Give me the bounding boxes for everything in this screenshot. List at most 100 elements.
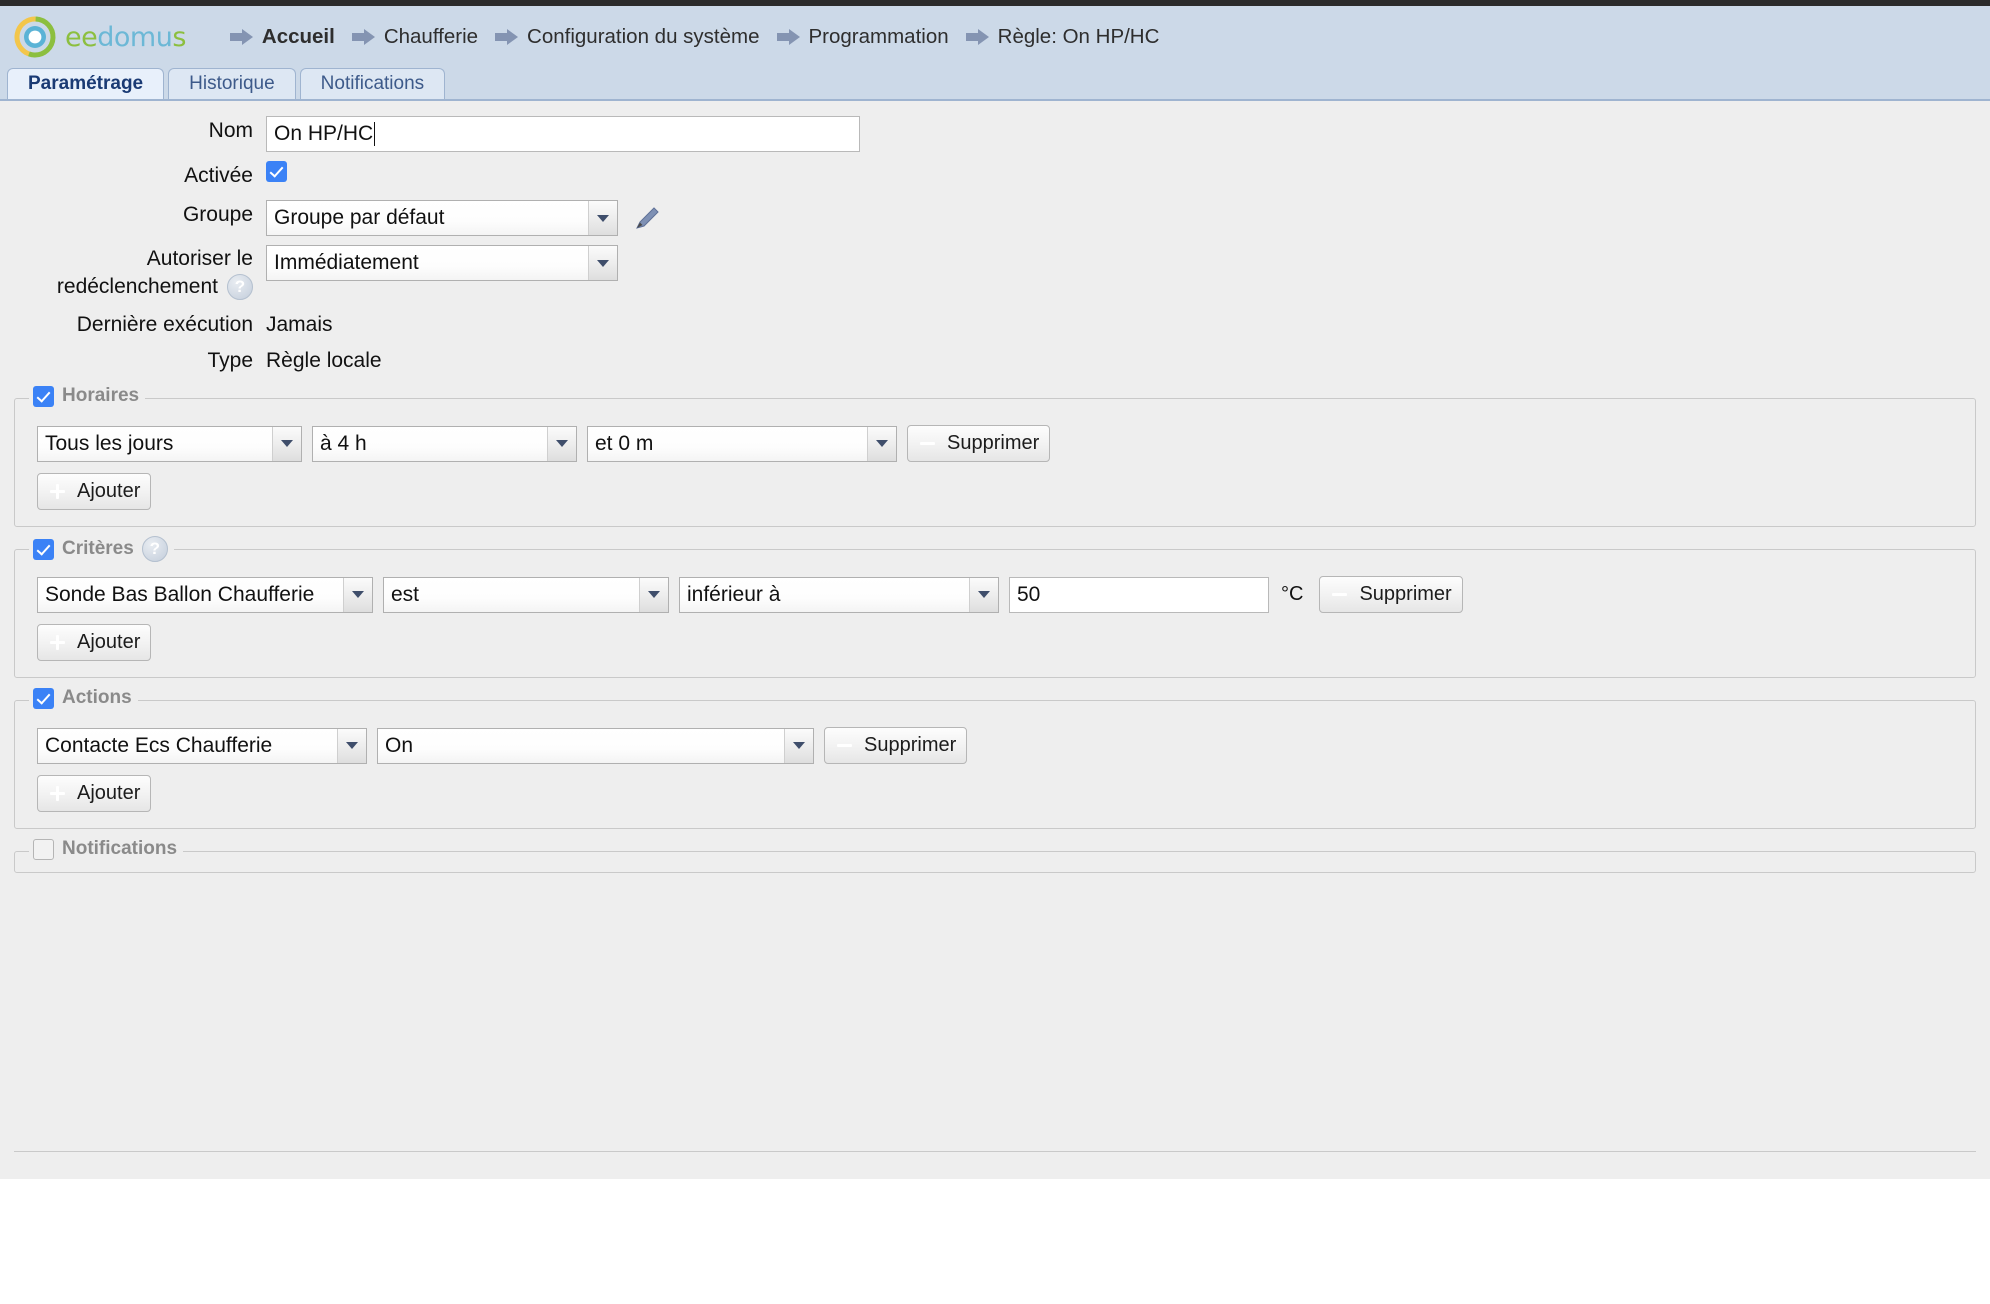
horaires-body: Tous les jours à 4 h et 0 m Supprimer Aj… bbox=[15, 421, 1975, 510]
app-header: eedomus Accueil Chaufferie Configuration… bbox=[0, 6, 1990, 68]
plus-circle-icon bbox=[45, 479, 70, 504]
chevron-down-icon bbox=[588, 201, 617, 235]
criteres-legend: Critères ? bbox=[29, 536, 174, 562]
type-value: Règle locale bbox=[266, 349, 382, 372]
chevron-down-icon bbox=[784, 728, 813, 763]
criteres-operator-select[interactable]: inférieur à bbox=[679, 576, 999, 613]
horaires-hour-select[interactable]: à 4 h bbox=[312, 425, 577, 462]
minus-circle-icon bbox=[1327, 582, 1352, 607]
field-row-groupe: Groupe Groupe par défaut bbox=[0, 200, 1990, 236]
criteres-operator-value: inférieur à bbox=[680, 577, 969, 612]
breadcrumb-label: Programmation bbox=[808, 25, 949, 48]
field-row-derniere-execution: Dernière exécution Jamais bbox=[0, 310, 1990, 340]
chevron-down-icon bbox=[272, 426, 301, 461]
horaires-day-select[interactable]: Tous les jours bbox=[37, 425, 302, 462]
actions-state-select[interactable]: On bbox=[377, 727, 814, 764]
criteres-value-input[interactable]: 50 bbox=[1009, 576, 1269, 613]
criteres-source-select[interactable]: Sonde Bas Ballon Chaufferie bbox=[37, 576, 373, 613]
criteres-verb-value: est bbox=[384, 577, 639, 612]
page-footer-blank bbox=[0, 1179, 1990, 1304]
criteres-checkbox[interactable] bbox=[33, 538, 54, 560]
type-label: Type bbox=[207, 349, 253, 372]
app-page: eedomus Accueil Chaufferie Configuration… bbox=[0, 0, 1990, 1304]
activee-value-wrap bbox=[266, 161, 287, 182]
criteres-delete-label: Supprimer bbox=[1359, 583, 1452, 605]
actions-body: Contacte Ecs Chaufferie On Supprimer Ajo… bbox=[15, 723, 1975, 812]
breadcrumb-item-programmation[interactable]: Programmation bbox=[776, 25, 966, 49]
criteres-delete-button[interactable]: Supprimer bbox=[1319, 576, 1463, 613]
minus-circle-icon bbox=[832, 733, 857, 758]
help-icon[interactable]: ? bbox=[227, 274, 253, 300]
criteres-add-label: Ajouter bbox=[77, 631, 141, 653]
breadcrumb-label: Chaufferie bbox=[383, 25, 479, 48]
notifications-legend-label: Notifications bbox=[62, 838, 178, 859]
breadcrumb-item-regle[interactable]: Règle: On HP/HC bbox=[965, 25, 1177, 49]
actions-add-label: Ajouter bbox=[77, 782, 141, 804]
tab-notifications[interactable]: Notifications bbox=[299, 68, 446, 99]
section-horaires: Horaires Tous les jours à 4 h et 0 m Sup… bbox=[14, 385, 1976, 527]
criteres-verb-select[interactable]: est bbox=[383, 576, 669, 613]
activee-label: Activée bbox=[184, 164, 253, 187]
brand-part-3: s bbox=[172, 21, 186, 53]
section-criteres: Critères ? Sonde Bas Ballon Chaufferie e… bbox=[14, 536, 1976, 678]
horaires-hour-value: à 4 h bbox=[313, 426, 547, 461]
breadcrumb: Accueil Chaufferie Configuration du syst… bbox=[229, 25, 1177, 49]
breadcrumb-item-accueil[interactable]: Accueil bbox=[229, 25, 352, 49]
horaires-minute-value: et 0 m bbox=[588, 426, 867, 461]
criteres-add-button[interactable]: Ajouter bbox=[37, 624, 152, 661]
tab-parametrage[interactable]: Paramétrage bbox=[7, 68, 165, 99]
section-notifications: Notifications bbox=[14, 838, 1976, 873]
redeclenchement-select-value: Immédiatement bbox=[267, 246, 588, 280]
actions-checkbox[interactable] bbox=[33, 687, 54, 709]
criteres-source-value: Sonde Bas Ballon Chaufferie bbox=[38, 577, 343, 612]
tab-label: Paramétrage bbox=[28, 73, 144, 94]
footer-divider bbox=[14, 1151, 1976, 1152]
horaires-add-button[interactable]: Ajouter bbox=[37, 473, 152, 510]
horaires-add-row: Ajouter bbox=[37, 473, 1975, 510]
section-actions: Actions Contacte Ecs Chaufferie On Suppr… bbox=[14, 687, 1976, 829]
groupe-label: Groupe bbox=[182, 203, 253, 226]
actions-add-row: Ajouter bbox=[37, 775, 1975, 812]
criteres-legend-label: Critères bbox=[62, 538, 134, 559]
nom-input[interactable]: On HP/HC bbox=[266, 116, 860, 152]
breadcrumb-item-chaufferie[interactable]: Chaufferie bbox=[351, 25, 495, 49]
horaires-day-value: Tous les jours bbox=[38, 426, 272, 461]
actions-target-select[interactable]: Contacte Ecs Chaufferie bbox=[37, 727, 367, 764]
horaires-checkbox[interactable] bbox=[33, 385, 54, 407]
chevron-down-icon bbox=[867, 426, 896, 461]
actions-add-button[interactable]: Ajouter bbox=[37, 775, 152, 812]
tab-historique[interactable]: Historique bbox=[168, 68, 296, 99]
chevron-down-icon bbox=[588, 246, 617, 280]
actions-delete-button[interactable]: Supprimer bbox=[824, 727, 968, 764]
derniere-execution-value: Jamais bbox=[266, 313, 333, 336]
horaires-minute-select[interactable]: et 0 m bbox=[587, 425, 897, 462]
criteres-value-text: 50 bbox=[1017, 582, 1041, 606]
rule-settings-form: Nom On HP/HC Activée Groupe Groupe par d… bbox=[0, 101, 1990, 376]
breadcrumb-item-configuration[interactable]: Configuration du système bbox=[495, 25, 776, 49]
arrow-right-icon bbox=[229, 29, 253, 45]
horaires-delete-button[interactable]: Supprimer bbox=[907, 425, 1051, 462]
edit-pencil-icon[interactable] bbox=[632, 203, 662, 233]
redeclenchement-label-line2: redéclenchement bbox=[56, 275, 218, 298]
tab-label: Notifications bbox=[320, 73, 425, 94]
nom-value-wrap: On HP/HC bbox=[266, 116, 860, 152]
criteres-body: Sonde Bas Ballon Chaufferie est inférieu… bbox=[15, 572, 1975, 661]
redeclenchement-label: Autoriser le redéclenchement ? bbox=[0, 245, 266, 301]
actions-row: Contacte Ecs Chaufferie On Supprimer bbox=[37, 727, 1975, 764]
arrow-right-icon bbox=[965, 29, 989, 45]
activee-checkbox[interactable] bbox=[266, 161, 287, 182]
notifications-checkbox[interactable] bbox=[33, 838, 54, 860]
horaires-row: Tous les jours à 4 h et 0 m Supprimer bbox=[37, 425, 1975, 462]
groupe-select[interactable]: Groupe par défaut bbox=[266, 200, 618, 236]
tab-bar: Paramétrage Historique Notifications bbox=[0, 68, 1990, 101]
chevron-down-icon bbox=[639, 577, 668, 612]
horaires-add-label: Ajouter bbox=[77, 480, 141, 502]
help-icon[interactable]: ? bbox=[141, 536, 168, 562]
arrow-right-icon bbox=[776, 29, 800, 45]
redeclenchement-select[interactable]: Immédiatement bbox=[266, 245, 618, 281]
brand-logo[interactable]: eedomus bbox=[14, 16, 186, 58]
criteres-unit-label: °C bbox=[1281, 583, 1304, 605]
plus-circle-icon bbox=[45, 630, 70, 655]
field-row-type: Type Règle locale bbox=[0, 346, 1990, 376]
chevron-down-icon bbox=[969, 577, 998, 612]
